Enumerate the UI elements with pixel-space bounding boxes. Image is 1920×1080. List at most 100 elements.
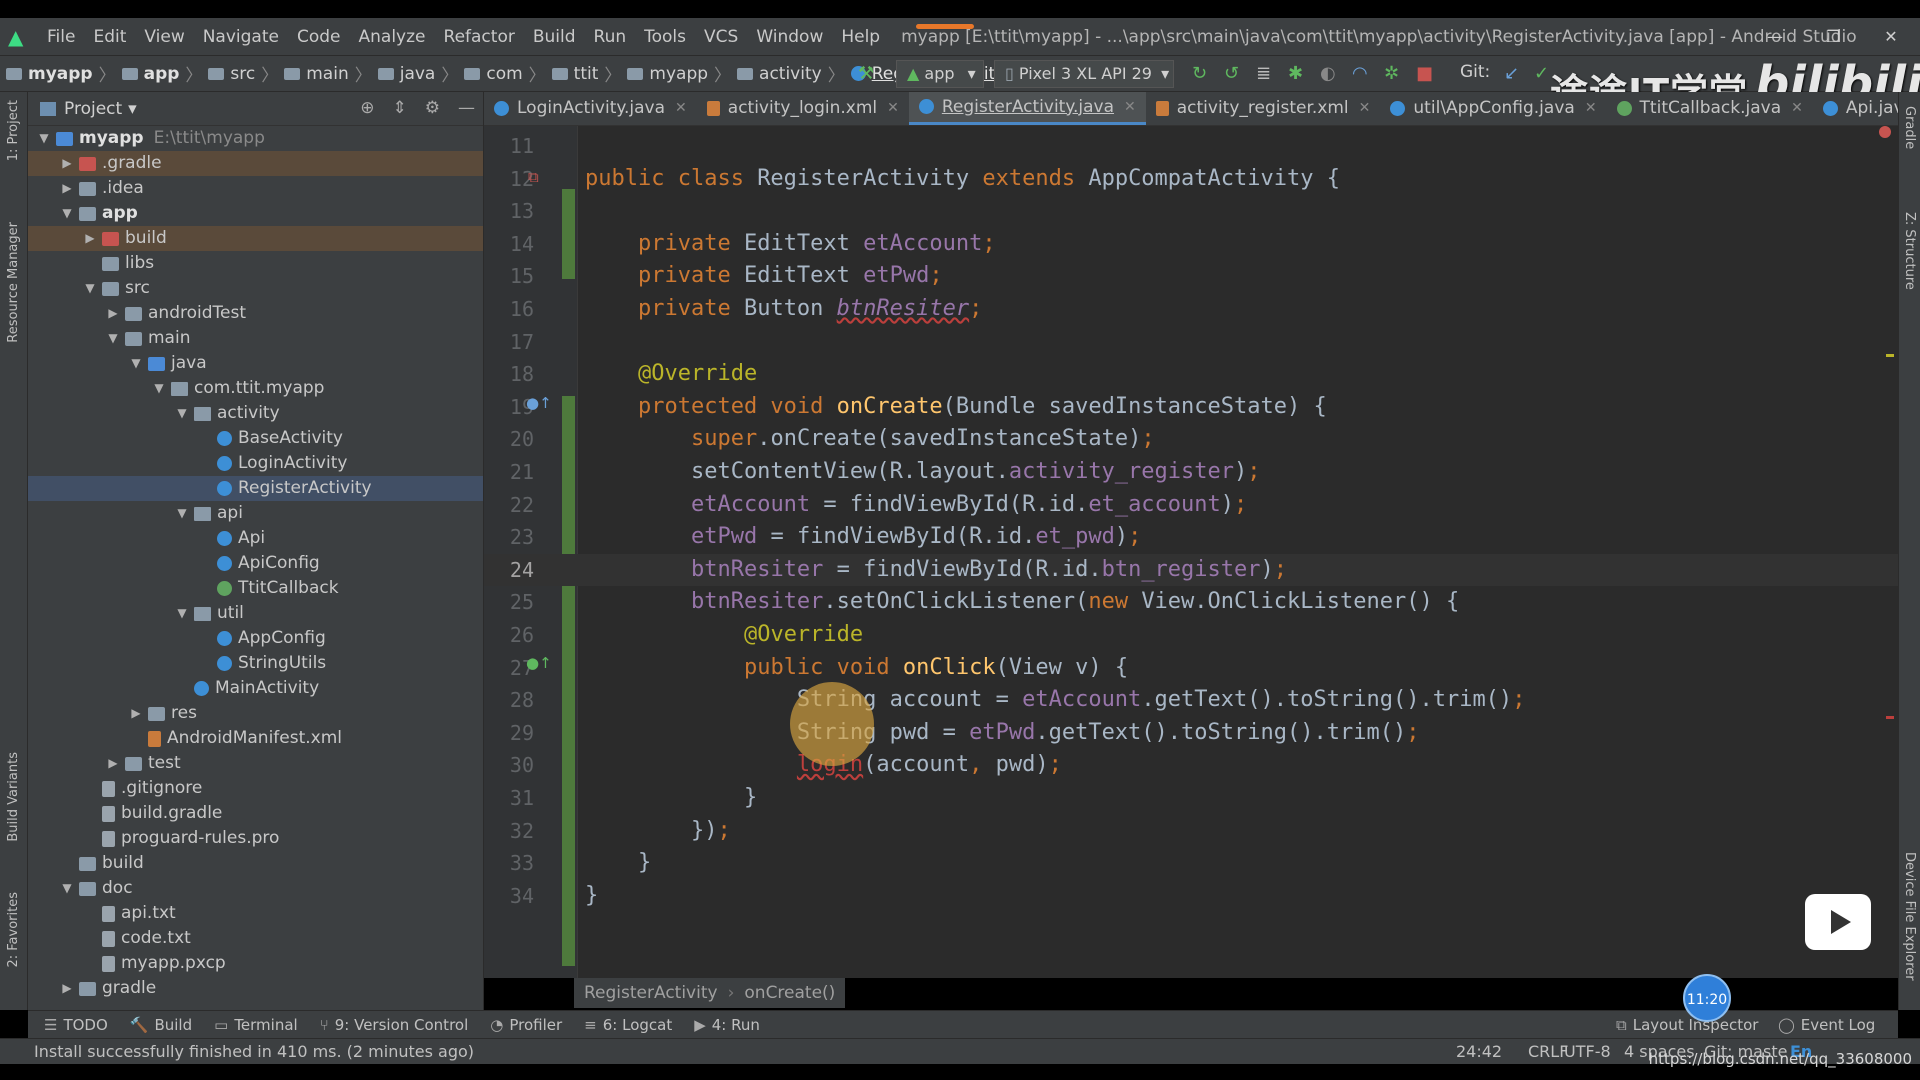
code-text[interactable]: } xyxy=(585,782,757,815)
menu-view[interactable]: View xyxy=(135,27,193,47)
code-line[interactable]: 23 etPwd = findViewById(R.id.et_pwd); xyxy=(484,521,1898,554)
tree-item[interactable]: ▼ main xyxy=(28,326,483,351)
tool-window-button[interactable]: ▶ 4: Run xyxy=(694,1016,760,1034)
menu-window[interactable]: Window xyxy=(747,27,832,47)
code-text[interactable]: private EditText etAccount; xyxy=(585,228,996,261)
code-line[interactable]: 18 @Override xyxy=(484,358,1898,391)
tree-item[interactable]: AppConfig xyxy=(28,626,483,651)
code-line[interactable]: 17 xyxy=(484,326,1898,359)
list-icon[interactable]: ≣ xyxy=(1256,64,1271,84)
code-line[interactable]: 12 public class RegisterActivity extends … xyxy=(484,163,1898,196)
menu-analyze[interactable]: Analyze xyxy=(350,27,435,47)
hide-icon[interactable]: — xyxy=(458,98,475,118)
code-line[interactable]: 29 String pwd = etPwd.getText().toString… xyxy=(484,717,1898,750)
code-line[interactable]: 24 btnResiter = findViewById(R.id.btn_re… xyxy=(484,553,1898,587)
close-tab-icon[interactable]: ✕ xyxy=(1585,100,1597,116)
code-text[interactable]: private EditText etPwd; xyxy=(585,260,943,293)
tree-item[interactable]: ▼ doc xyxy=(28,876,483,901)
tree-item[interactable]: ▼ util xyxy=(28,601,483,626)
close-tab-icon[interactable]: ✕ xyxy=(1124,99,1136,115)
tree-item[interactable]: code.txt xyxy=(28,926,483,951)
tool-window-button[interactable]: ◔ Profiler xyxy=(490,1016,562,1034)
collapsed-arrow-icon[interactable]: ▶ xyxy=(59,976,75,1001)
tree-item[interactable]: .gitignore xyxy=(28,776,483,801)
code-text[interactable]: setContentView(R.layout.activity_registe… xyxy=(585,456,1261,489)
code-text[interactable]: public void onClick(View v) { xyxy=(585,652,1128,685)
stop-icon[interactable]: ■ xyxy=(1416,64,1433,84)
profile-icon[interactable]: ◠ xyxy=(1352,64,1368,84)
editor-tab[interactable]: activity_login.xml ✕ xyxy=(697,92,909,125)
editor-tab[interactable]: RegisterActivity.java ✕ xyxy=(908,92,1146,125)
code-text[interactable]: } xyxy=(585,847,651,880)
menu-run[interactable]: Run xyxy=(585,27,636,47)
code-line[interactable]: 31 } xyxy=(484,782,1898,815)
build-variants-tool-button[interactable]: Build Variants xyxy=(6,752,21,842)
menu-refactor[interactable]: Refactor xyxy=(435,27,524,47)
close-button[interactable]: ✕ xyxy=(1862,18,1920,56)
tree-item[interactable]: ▶ .idea xyxy=(28,176,483,201)
code-text[interactable]: public class RegisterActivity extends Ap… xyxy=(585,163,1340,196)
breadcrumb-method[interactable]: onCreate() xyxy=(744,983,835,1003)
expanded-arrow-icon[interactable]: ▼ xyxy=(174,501,190,526)
code-line[interactable]: 32 }); xyxy=(484,815,1898,848)
tree-item[interactable]: BaseActivity xyxy=(28,426,483,451)
expanded-arrow-icon[interactable]: ▼ xyxy=(174,601,190,626)
tree-item[interactable]: ▼ app xyxy=(28,201,483,226)
favorites-tool-button[interactable]: 2: Favorites xyxy=(6,892,21,968)
tree-item[interactable]: myapp.pxcp xyxy=(28,951,483,976)
tree-item[interactable]: ▶ res xyxy=(28,701,483,726)
tool-window-button[interactable]: ⑂ 9: Version Control xyxy=(320,1016,469,1034)
editor-tab[interactable]: util\AppConfig.java ✕ xyxy=(1380,92,1606,125)
code-line[interactable]: 16 private Button btnResiter; xyxy=(484,293,1898,326)
expanded-arrow-icon[interactable]: ▼ xyxy=(82,276,98,301)
tree-item[interactable]: RegisterActivity xyxy=(28,476,483,501)
tree-item[interactable]: build xyxy=(28,851,483,876)
crumb-7[interactable]: myapp xyxy=(627,64,708,84)
expanded-arrow-icon[interactable]: ▼ xyxy=(59,876,75,901)
scrollbar[interactable] xyxy=(1884,126,1898,978)
code-text[interactable]: btnResiter.setOnClickListener(new View.O… xyxy=(585,586,1459,619)
resource-manager-tool-button[interactable]: Resource Manager xyxy=(6,222,21,343)
device-select[interactable]: ▯ Pixel 3 XL API 29 ▾ xyxy=(994,60,1174,88)
code-line[interactable]: 19 protected void onCreate(Bundle savedI… xyxy=(484,391,1898,424)
crumb-1[interactable]: app xyxy=(121,64,179,84)
tree-item[interactable]: ▼ src xyxy=(28,276,483,301)
override-method-icon[interactable]: ●↑ xyxy=(526,394,552,412)
code-line[interactable]: 28 String account = etAccount.getText().… xyxy=(484,684,1898,717)
collapse-all-icon[interactable]: ⇕ xyxy=(393,98,407,118)
apply-code-changes-icon[interactable]: ↺ xyxy=(1224,64,1239,84)
code-line[interactable]: 33 } xyxy=(484,847,1898,880)
line-separator[interactable]: CRLF xyxy=(1528,1039,1568,1065)
debug-icon[interactable]: ✱ xyxy=(1288,64,1303,84)
code-line[interactable]: 26 @Override xyxy=(484,619,1898,652)
apply-changes-icon[interactable]: ↻ xyxy=(1192,64,1207,84)
tool-window-button[interactable]: ▭ Terminal xyxy=(214,1016,298,1034)
collapsed-arrow-icon[interactable]: ▶ xyxy=(59,176,75,201)
code-text[interactable]: }); xyxy=(585,815,731,848)
editor-tab[interactable]: Api.java✕ xyxy=(1813,92,1898,125)
xml-layout-icon[interactable]: ⧉ xyxy=(528,168,539,186)
tree-item[interactable]: api.txt xyxy=(28,901,483,926)
tree-item[interactable]: StringUtils xyxy=(28,651,483,676)
code-text[interactable]: private Button btnResiter; xyxy=(585,293,982,326)
code-line[interactable]: 20 super.onCreate(savedInstanceState); xyxy=(484,423,1898,456)
code-line[interactable]: 21 setContentView(R.layout.activity_regi… xyxy=(484,456,1898,489)
expanded-arrow-icon[interactable]: ▼ xyxy=(105,326,121,351)
crumb-8[interactable]: activity xyxy=(737,64,822,84)
expanded-arrow-icon[interactable]: ▼ xyxy=(36,126,52,151)
tool-window-button[interactable]: ⧉ Layout Inspector xyxy=(1616,1016,1758,1034)
code-text[interactable]: @Override xyxy=(585,358,757,391)
tree-item[interactable]: ▶ build xyxy=(28,226,483,251)
code-line[interactable]: 15 private EditText etPwd; xyxy=(484,260,1898,293)
crumb-6[interactable]: ttit xyxy=(551,64,598,84)
code-line[interactable]: 14 private EditText etAccount; xyxy=(484,228,1898,261)
code-text[interactable]: } xyxy=(585,880,598,913)
tree-item[interactable]: MainActivity xyxy=(28,676,483,701)
tree-item[interactable]: libs xyxy=(28,251,483,276)
crumb-2[interactable]: src xyxy=(208,64,255,84)
menu-build[interactable]: Build xyxy=(524,27,585,47)
tree-item[interactable]: ▼ activity xyxy=(28,401,483,426)
breadcrumb-class[interactable]: RegisterActivity xyxy=(584,983,718,1003)
crumb-5[interactable]: com xyxy=(464,64,523,84)
restore-button[interactable]: ❐ xyxy=(1804,18,1862,56)
